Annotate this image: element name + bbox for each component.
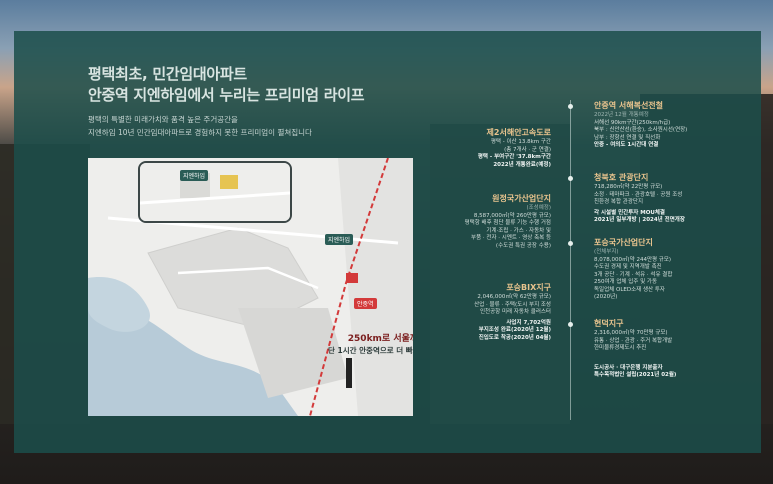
- item-line: 산업 · 물류 · 주택(도시 부지 조성: [474, 301, 551, 308]
- item-line: 독일업체 OLED소재 생산 투자: [594, 286, 665, 293]
- item-line: 진입도로 착공(2020년 04월): [478, 334, 551, 341]
- item-line: 남부 : 장항선 연결 및 직선화: [594, 134, 661, 141]
- item-line: 평택 - 부여구간 '37.8km구간: [477, 154, 551, 160]
- inset-label: 지엔하임: [180, 170, 209, 181]
- callout-line-1: 250km로 서울까지: [347, 334, 413, 344]
- item-line: 2,316,000㎡(약 70만평 규모): [594, 330, 668, 336]
- item-title: 포승BIX지구: [506, 283, 551, 292]
- map-inset: 지엔하임: [138, 161, 292, 223]
- timeline-dot: [568, 322, 573, 327]
- page-title: 평택최초, 민간임대아파트 안중역 지엔하임에서 누리는 프리미엄 라이프: [88, 64, 365, 106]
- station-label: 안중역: [354, 298, 377, 309]
- timeline-item-expressway: 제2서해안고속도로 평택 - 이산 13.8km 구간 (총 7개사 · 군 연…: [478, 127, 551, 169]
- timeline-item-seohae: 안중역 서해복선전철 2022년 12월 개통예정 서해선 90km구간(250…: [594, 100, 687, 150]
- item-line: 8,587,000㎡(약 260만평 규모): [473, 212, 551, 219]
- item-line: 평택 - 이산 13.8km 구간: [490, 139, 551, 145]
- item-line: 2,046,000㎡(약 62만평 규모): [477, 294, 551, 300]
- item-line: 인천공항 미래 자동차 클러스터: [479, 309, 551, 315]
- inset-map-graphic: [140, 163, 290, 221]
- item-line: 친환경 복합 관광단지: [594, 199, 644, 205]
- location-map: 지엔하임 지엔하임 안중역 250km로 서울까지 단 1시간 안중역으로 더 …: [88, 158, 413, 416]
- item-line: 2022년 12월 개통예정: [594, 112, 649, 118]
- item-title: 청북호 관광단지: [594, 173, 649, 182]
- item-line: (수도권 특권 공장 수용): [495, 242, 551, 249]
- callout-line-2: 단 1시간 안중역으로 더 빠르게: [328, 346, 413, 355]
- item-line: 한미물류경제도시 추진: [594, 345, 647, 351]
- timeline-item-poseung-industrial: 포승국가산업단지 (전체부지) 8,078,000㎡(약 244만평 규모) 수…: [594, 237, 672, 302]
- item-line: 250여개 업체 입주 및 가동: [594, 279, 658, 285]
- item-line: (2020년): [594, 294, 618, 300]
- item-title: 현덕지구: [594, 319, 624, 328]
- item-line: 3개 공단 · 기계 · 석유 · 석유 결합: [594, 271, 673, 278]
- item-line: 부지조성 완료(2020년 12월): [478, 327, 551, 333]
- timeline-item-poseung-bix: 포승BIX지구 2,046,000㎡(약 62만평 규모) 산업 · 물류 · …: [474, 282, 551, 342]
- item-title: 포승국가산업단지: [594, 238, 653, 247]
- title-line-2: 안중역 지엔하임에서 누리는 프리미엄 라이프: [88, 86, 365, 104]
- item-line: 사업지 7,702억원: [506, 319, 551, 326]
- item-line: 718,280㎡(약 22만평 규모): [594, 184, 663, 190]
- item-title: 원정국가산업단지: [492, 194, 551, 203]
- item-line: (조성예정): [526, 205, 551, 211]
- item-line: 서해선 90km구간(250km/h급): [594, 119, 671, 126]
- item-line: 소정 · 테마파크 · 관광호텔 · 공원 조성: [594, 191, 683, 198]
- item-line: 수도권 경제 및 지역개발 촉진: [594, 264, 662, 270]
- item-line: 평택항 배후 첨단 물류 기능 수행 거점: [464, 220, 551, 226]
- item-line: 2021년 일부개방 | 2024년 전면개장: [594, 217, 685, 223]
- item-line: 특수목적법인 설립(2021년 02월): [594, 372, 677, 378]
- item-line: 안중 - 여의도 1시간대 연결: [594, 142, 659, 148]
- subtitle-line-2: 지엔하임 10년 민간임대아파트로 경험하지 못한 프리미엄이 펼쳐집니다: [88, 128, 312, 137]
- map-callout: 250km로 서울까지 단 1시간 안중역으로 더 빠르게: [328, 334, 413, 356]
- timeline-dot: [568, 104, 573, 109]
- item-line: 8,078,000㎡(약 244만평 규모): [594, 256, 672, 263]
- item-title: 제2서해안고속도로: [486, 128, 551, 137]
- item-line: 도시공사 · 대구은행 지분출자: [594, 364, 663, 371]
- title-line-1: 평택최초, 민간임대아파트: [88, 65, 247, 83]
- item-line: 북부 : 신안산선(환승), 소사원시선(연장): [594, 127, 688, 133]
- item-line: 각 시설별 민간투자 MOU체결: [594, 209, 665, 216]
- item-line: 부품 · 전자 · 시멘트 · 영상 축복 등: [471, 235, 551, 241]
- item-line: 기계·조립 · 가스 · 자동차 및: [486, 227, 551, 234]
- item-line: (총 7개사 · 군 연결): [504, 146, 551, 153]
- item-line: 2022년 개통완료(예정): [493, 161, 551, 168]
- page-subtitle: 평택의 특별한 미래가치와 품격 높은 주거공간을 지엔하임 10년 민간임대아…: [88, 113, 312, 139]
- timeline-dot: [568, 241, 573, 246]
- map-main-label: 지엔하임: [325, 234, 354, 245]
- item-line: (전체부지): [594, 249, 619, 255]
- timeline-line: [570, 100, 571, 420]
- item-line: 유통 · 상업 · 관광 · 주거 복합개발: [594, 337, 673, 344]
- timeline-dot: [568, 176, 573, 181]
- item-title: 안중역 서해복선전철: [594, 101, 664, 110]
- timeline-item-cheongbuk: 청북호 관광단지 718,280㎡(약 22만평 규모) 소정 · 테마파크 ·…: [594, 172, 685, 225]
- subtitle-line-1: 평택의 특별한 미래가치와 품격 높은 주거공간을: [88, 115, 238, 124]
- timeline-item-wonjeong: 원정국가산업단지 (조성예정) 8,587,000㎡(약 260만평 규모) 평…: [465, 193, 551, 250]
- timeline-item-hyeondeok: 현덕지구 2,316,000㎡(약 70만평 규모) 유통 · 상업 · 관광 …: [594, 318, 676, 380]
